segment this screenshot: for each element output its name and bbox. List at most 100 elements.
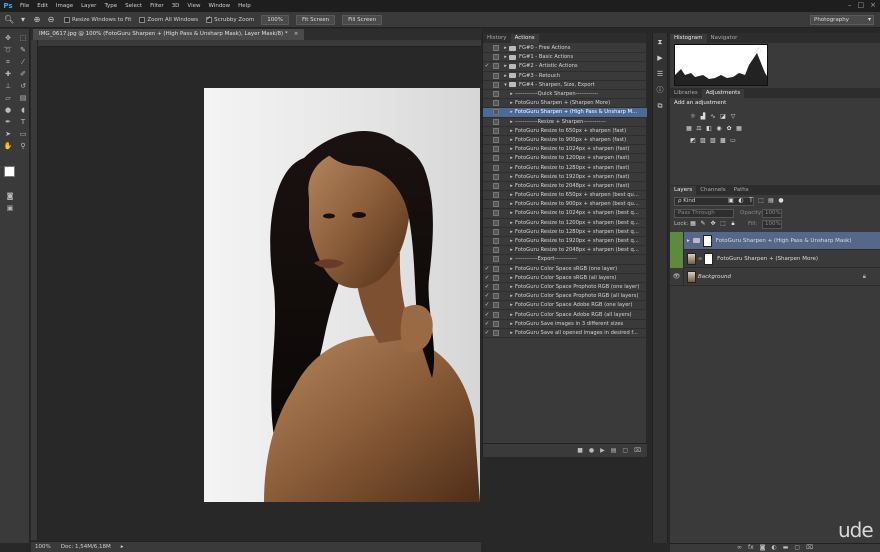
zoom-100-button[interactable]: 100% bbox=[261, 14, 289, 25]
action-divider[interactable]: ▸ ------------Export------------ bbox=[483, 255, 647, 265]
move-tool-icon[interactable]: ✥ bbox=[2, 33, 14, 43]
chevron-right-icon[interactable]: ▸ bbox=[508, 165, 515, 171]
chevron-right-icon[interactable]: ▸ bbox=[508, 266, 515, 272]
resize-windows-checkbox[interactable]: Resize Windows to Fit bbox=[64, 16, 131, 23]
action-divider[interactable]: ▸ ------------Resize + Sharpen-----------… bbox=[483, 118, 647, 127]
eraser-tool-icon[interactable]: ▱ bbox=[2, 93, 14, 103]
action-dialog-toggle[interactable] bbox=[493, 219, 499, 226]
tool-preset-arrow-icon[interactable]: ▾ bbox=[18, 15, 28, 25]
fill-screen-button[interactable]: Fill Screen bbox=[342, 14, 383, 25]
menu-window[interactable]: Window bbox=[204, 0, 234, 12]
brightness-contrast-icon[interactable]: ☼ bbox=[690, 114, 696, 120]
action-set[interactable]: ✓ ▸ FG#2 - Artistic Actions bbox=[483, 62, 647, 72]
chevron-right-icon[interactable]: ▸ bbox=[502, 73, 509, 79]
chevron-right-icon[interactable]: ▸ bbox=[508, 275, 515, 281]
info-panel-icon[interactable]: ⓘ bbox=[655, 85, 665, 95]
action-dialog-toggle[interactable] bbox=[493, 228, 499, 235]
layer-thumbnail[interactable] bbox=[687, 252, 696, 265]
document-image[interactable] bbox=[204, 88, 480, 502]
action-item[interactable]: ▸ FotoGuru Resize to 900px + sharpen (fas… bbox=[483, 136, 647, 146]
scrubby-zoom-checkbox[interactable]: Scrubby Zoom bbox=[206, 15, 254, 23]
chevron-right-icon[interactable]: ▸ bbox=[508, 146, 515, 152]
action-dialog-toggle[interactable] bbox=[493, 72, 499, 79]
layer-row[interactable]: ▸ FotoGuru Sharpen + (High Pass & Unsharp… bbox=[670, 231, 880, 250]
action-dialog-toggle[interactable] bbox=[493, 164, 499, 171]
delete-layer-icon[interactable]: ⌧ bbox=[806, 544, 813, 552]
chevron-right-icon[interactable]: ▸ bbox=[508, 137, 515, 143]
new-action-icon[interactable]: ▢ bbox=[622, 447, 628, 454]
tab-history[interactable]: History bbox=[483, 34, 511, 43]
menu-edit[interactable]: Edit bbox=[33, 0, 52, 12]
action-dialog-toggle[interactable] bbox=[493, 118, 499, 125]
action-dialog-toggle[interactable] bbox=[493, 136, 499, 143]
chevron-right-icon[interactable]: ▸ bbox=[508, 183, 515, 189]
lock-position-icon[interactable]: ✥ bbox=[710, 221, 716, 227]
action-dialog-toggle[interactable] bbox=[493, 192, 499, 199]
chevron-right-icon[interactable]: ▸ bbox=[687, 238, 690, 244]
action-set[interactable]: ▾ FG#4 - Sharpen, Size, Export bbox=[483, 81, 647, 90]
menu-layer[interactable]: Layer bbox=[77, 0, 100, 12]
action-item[interactable]: ✓ ▸ FotoGuru Color Space Prophoto RGB (all… bbox=[483, 292, 647, 302]
chevron-right-icon[interactable]: ▸ bbox=[508, 312, 515, 318]
action-dialog-toggle[interactable] bbox=[493, 293, 499, 300]
action-dialog-toggle[interactable] bbox=[493, 201, 499, 208]
action-item[interactable]: ▸ FotoGuru Resize to 1200px + sharpen (fa… bbox=[483, 154, 647, 164]
action-dialog-toggle[interactable] bbox=[493, 210, 499, 217]
tab-histogram[interactable]: Histogram bbox=[670, 34, 707, 43]
lock-pixels-icon[interactable]: ✎ bbox=[700, 221, 706, 227]
hand-tool-icon[interactable]: ✋ bbox=[2, 141, 14, 151]
action-set[interactable]: ▸ FG#3 - Retouch bbox=[483, 72, 647, 81]
layer-mask-thumbnail[interactable] bbox=[702, 234, 712, 247]
chevron-right-icon[interactable]: ▸ bbox=[508, 109, 515, 115]
actions-panel-icon[interactable]: ▶ bbox=[655, 53, 665, 63]
action-dialog-toggle[interactable] bbox=[493, 63, 499, 70]
action-item[interactable]: ▸ FotoGuru Resize to 1024px + sharpen (fa… bbox=[483, 145, 647, 155]
chevron-right-icon[interactable]: ▸ bbox=[502, 63, 509, 69]
trash-icon[interactable]: ⌧ bbox=[634, 447, 641, 454]
action-dialog-toggle[interactable] bbox=[493, 127, 499, 134]
new-adjustment-icon[interactable]: ◐ bbox=[771, 544, 776, 552]
chevron-right-icon[interactable]: ▸ bbox=[508, 210, 515, 216]
fit-screen-button[interactable]: Fit Screen bbox=[295, 14, 336, 25]
minimize-icon[interactable]: – bbox=[848, 1, 852, 9]
action-item[interactable]: ✓ ▸ FotoGuru Save all opened images in des… bbox=[483, 329, 647, 338]
chevron-right-icon[interactable]: ▸ bbox=[508, 229, 515, 235]
tab-layers[interactable]: Layers bbox=[670, 186, 697, 195]
maximize-icon[interactable]: □ bbox=[858, 1, 865, 9]
zoom-all-checkbox[interactable]: Zoom All Windows bbox=[139, 16, 198, 23]
chevron-right-icon[interactable]: ▸ bbox=[508, 119, 515, 125]
stop-icon[interactable]: ■ bbox=[577, 447, 583, 454]
action-dialog-toggle[interactable] bbox=[493, 256, 499, 263]
link-icon[interactable]: ∞ bbox=[698, 256, 702, 262]
chevron-right-icon[interactable]: ▸ bbox=[508, 284, 515, 290]
levels-icon[interactable]: ▟ bbox=[700, 114, 706, 120]
action-item[interactable]: ▸ FotoGuru Resize to 1920px + sharpen (fa… bbox=[483, 173, 647, 182]
shape-tool-icon[interactable]: ▭ bbox=[17, 129, 29, 139]
action-dialog-toggle[interactable] bbox=[493, 155, 499, 162]
action-item[interactable]: ▸ FotoGuru Sharpen + (High Pass & Unsharp… bbox=[483, 108, 647, 118]
action-dialog-toggle[interactable] bbox=[493, 274, 499, 281]
marquee-tool-icon[interactable]: ⬚ bbox=[17, 33, 29, 43]
layer-style-icon[interactable]: fx bbox=[748, 544, 754, 552]
record-icon[interactable]: ● bbox=[589, 447, 594, 454]
menu-select[interactable]: Select bbox=[121, 0, 146, 12]
pen-tool-icon[interactable]: ✒ bbox=[2, 117, 14, 127]
menu-help[interactable]: Help bbox=[234, 0, 255, 12]
action-dialog-toggle[interactable] bbox=[493, 320, 499, 327]
invert-icon[interactable]: ◩ bbox=[690, 138, 696, 144]
menu-3d[interactable]: 3D bbox=[168, 0, 184, 12]
photo-filter-icon[interactable]: ◉ bbox=[716, 126, 722, 132]
channel-mixer-icon[interactable]: ✿ bbox=[726, 126, 732, 132]
menu-file[interactable]: File bbox=[16, 0, 33, 12]
eyedropper-tool-icon[interactable]: ⁄ bbox=[17, 57, 29, 67]
chevron-right-icon[interactable]: ▸ bbox=[508, 220, 515, 226]
clone-source-icon[interactable]: ⧉ bbox=[655, 101, 665, 111]
tab-adjustments[interactable]: Adjustments bbox=[701, 89, 745, 98]
layer-thumbnail[interactable] bbox=[687, 270, 696, 283]
action-dialog-toggle[interactable] bbox=[493, 247, 499, 254]
action-item[interactable]: ✓ ▸ FotoGuru Save images in 3 different si… bbox=[483, 320, 647, 329]
action-dialog-toggle[interactable] bbox=[493, 54, 499, 61]
chevron-right-icon[interactable]: ▸ bbox=[508, 174, 515, 180]
action-divider[interactable]: ▸ ------------Quick Sharpen------------ bbox=[483, 90, 647, 100]
screen-mode-icon[interactable]: ▣ bbox=[4, 203, 16, 213]
